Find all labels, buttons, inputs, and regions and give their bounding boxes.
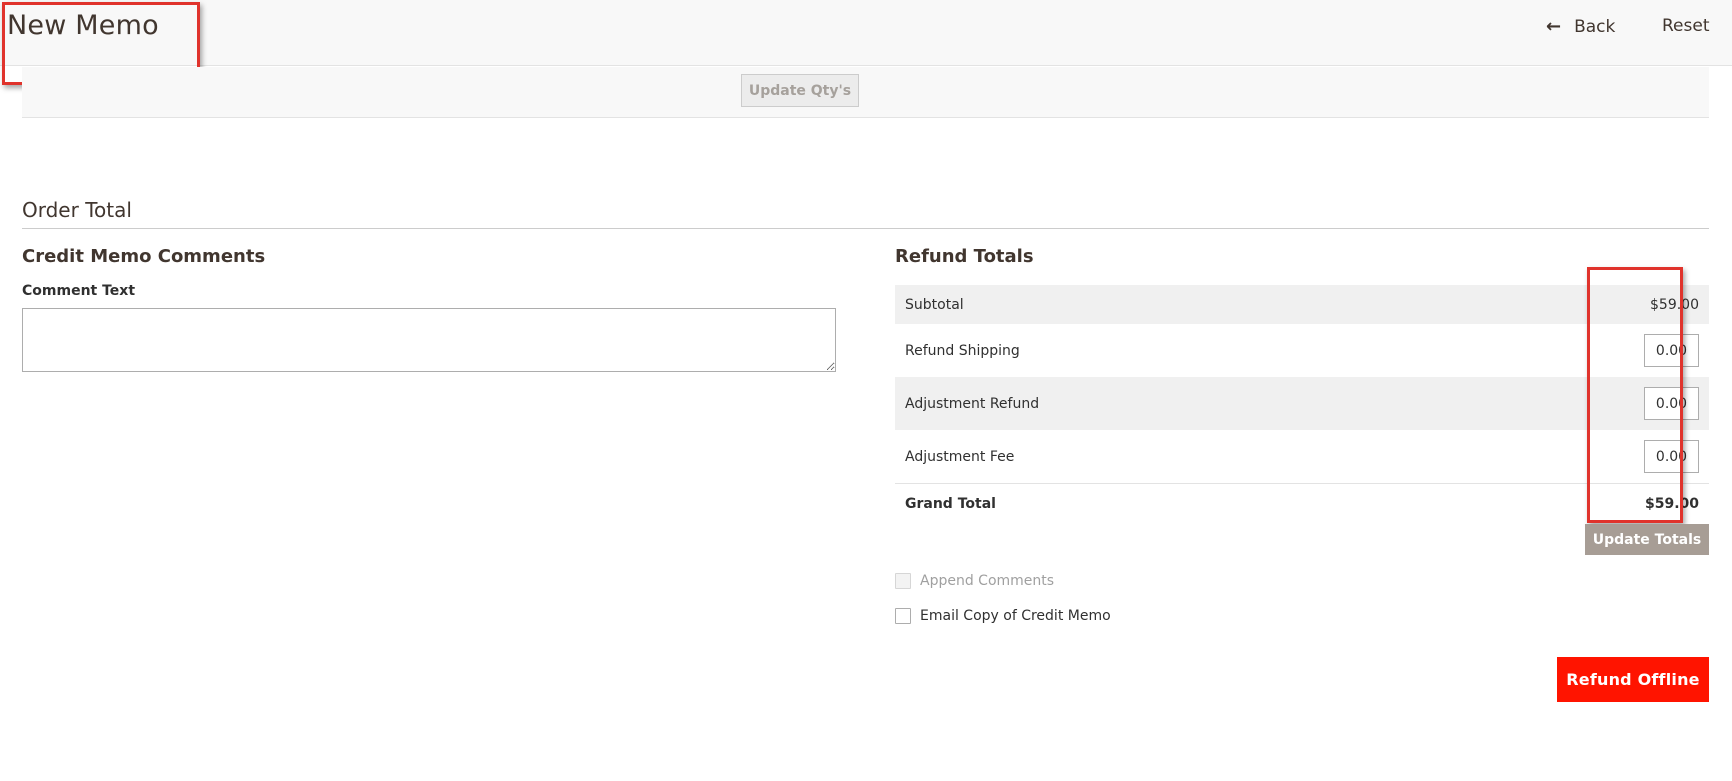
append-comments-option[interactable]: Append Comments — [895, 573, 1054, 589]
grand-total-row: Grand Total $59.00 — [895, 483, 1709, 523]
arrow-left-icon: ← — [1546, 16, 1562, 37]
adjustment-refund-label: Adjustment Refund — [905, 395, 1040, 412]
refund-totals-table: Subtotal $59.00 Refund Shipping Adjustme… — [895, 285, 1709, 523]
back-button[interactable]: ← Back — [1546, 16, 1615, 37]
section-divider — [22, 228, 1709, 229]
refund-shipping-input[interactable] — [1644, 334, 1699, 367]
refund-offline-button[interactable]: Refund Offline — [1557, 657, 1709, 702]
refund-totals-title: Refund Totals — [895, 246, 1034, 267]
comment-text-input[interactable] — [22, 308, 836, 372]
adjustment-refund-input[interactable] — [1644, 387, 1699, 420]
adjustment-fee-input[interactable] — [1644, 440, 1699, 473]
append-comments-label: Append Comments — [920, 573, 1055, 589]
items-actions-bar — [22, 67, 1709, 118]
grand-total-value: $59.00 — [1644, 495, 1699, 512]
append-comments-checkbox[interactable] — [895, 573, 911, 589]
refund-shipping-row: Refund Shipping — [895, 324, 1709, 377]
adjustment-fee-row: Adjustment Fee — [895, 430, 1709, 483]
email-copy-checkbox[interactable] — [895, 608, 911, 624]
email-copy-option[interactable]: Email Copy of Credit Memo — [895, 608, 1111, 624]
page-header: New Memo ← Back Reset — [0, 0, 1732, 85]
subtotal-label: Subtotal — [905, 296, 964, 313]
comment-text-label: Comment Text — [22, 283, 136, 299]
credit-memo-comments-title: Credit Memo Comments — [22, 246, 266, 267]
refund-shipping-label: Refund Shipping — [905, 342, 1020, 359]
adjustment-fee-label: Adjustment Fee — [905, 448, 1015, 465]
subtotal-value: $59.00 — [1650, 296, 1699, 313]
order-total-title: Order Total — [22, 198, 132, 222]
back-label: Back — [1574, 16, 1616, 37]
update-qtys-button[interactable]: Update Qty's — [741, 74, 859, 107]
page-title: New Memo — [7, 10, 159, 41]
reset-button[interactable]: Reset — [1662, 16, 1710, 36]
adjustment-refund-row: Adjustment Refund — [895, 377, 1709, 430]
email-copy-label: Email Copy of Credit Memo — [920, 608, 1111, 624]
subtotal-row: Subtotal $59.00 — [895, 285, 1709, 324]
update-totals-button[interactable]: Update Totals — [1585, 524, 1709, 555]
grand-total-label: Grand Total — [905, 495, 996, 512]
